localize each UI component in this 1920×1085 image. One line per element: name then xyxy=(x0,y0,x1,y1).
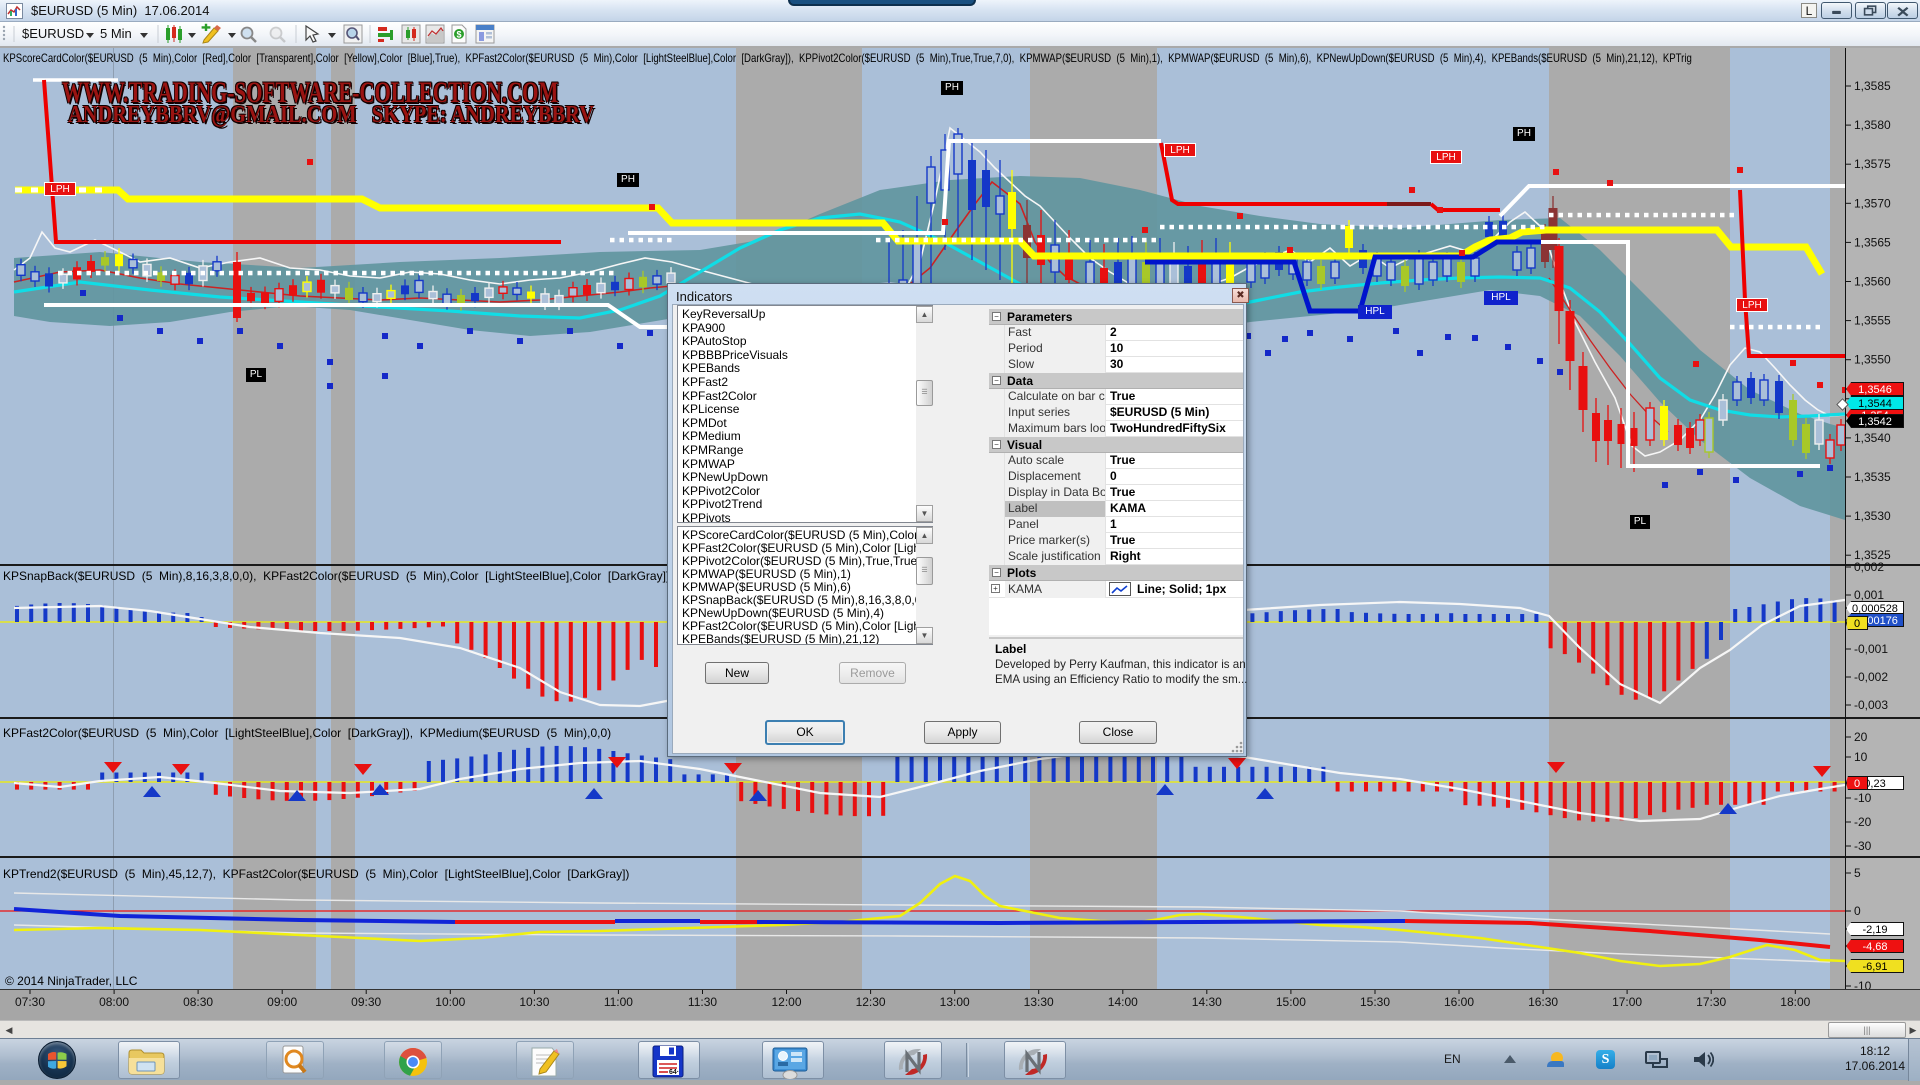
svg-text:1,3550: 1,3550 xyxy=(1854,353,1891,367)
svg-text:12:00: 12:00 xyxy=(771,995,801,1009)
svg-text:-20: -20 xyxy=(1854,815,1872,829)
svg-text:-30: -30 xyxy=(1854,839,1872,853)
svg-text:1,3530: 1,3530 xyxy=(1854,509,1891,523)
svg-text:13:30: 13:30 xyxy=(1024,995,1054,1009)
svg-text:17:30: 17:30 xyxy=(1696,995,1726,1009)
svg-text:11:30: 11:30 xyxy=(688,995,717,1009)
svg-text:09:30: 09:30 xyxy=(351,995,381,1009)
svg-text:1,3535: 1,3535 xyxy=(1854,470,1891,484)
svg-text:10:00: 10:00 xyxy=(435,995,465,1009)
svg-text:-0,001: -0,001 xyxy=(1854,642,1888,656)
svg-text:1,3565: 1,3565 xyxy=(1854,235,1891,249)
svg-text:1,3555: 1,3555 xyxy=(1854,314,1891,328)
svg-text:16:00: 16:00 xyxy=(1444,995,1474,1009)
svg-text:-10: -10 xyxy=(1854,791,1872,805)
svg-text:18:00: 18:00 xyxy=(1780,995,1810,1009)
svg-text:20: 20 xyxy=(1854,730,1868,744)
svg-text:-0,003: -0,003 xyxy=(1854,698,1888,712)
svg-text:07:30: 07:30 xyxy=(15,995,45,1009)
svg-text:1,3560: 1,3560 xyxy=(1854,275,1891,289)
svg-text:08:00: 08:00 xyxy=(99,995,129,1009)
svg-text:5: 5 xyxy=(1854,866,1861,880)
svg-text:1,3570: 1,3570 xyxy=(1854,196,1891,210)
svg-text:-0,002: -0,002 xyxy=(1854,670,1888,684)
svg-text:17:00: 17:00 xyxy=(1612,995,1642,1009)
svg-text:0,002: 0,002 xyxy=(1854,560,1884,574)
svg-text:10:30: 10:30 xyxy=(519,995,549,1009)
svg-text:1,3575: 1,3575 xyxy=(1854,157,1891,171)
svg-text:64·: 64· xyxy=(669,1069,679,1076)
svg-text:0,001: 0,001 xyxy=(1854,588,1884,602)
svg-text:0: 0 xyxy=(1854,904,1861,918)
svg-text:1,3585: 1,3585 xyxy=(1854,79,1891,93)
svg-text:15:30: 15:30 xyxy=(1360,995,1390,1009)
svg-text:14:00: 14:00 xyxy=(1108,995,1138,1009)
svg-text:1,3540: 1,3540 xyxy=(1854,431,1891,445)
svg-text:10: 10 xyxy=(1854,750,1868,764)
svg-text:09:00: 09:00 xyxy=(267,995,297,1009)
svg-text:-10: -10 xyxy=(1854,979,1872,989)
svg-text:16:30: 16:30 xyxy=(1528,995,1558,1009)
svg-text:08:30: 08:30 xyxy=(183,995,213,1009)
svg-text:15:00: 15:00 xyxy=(1276,995,1306,1009)
svg-text:1,3580: 1,3580 xyxy=(1854,118,1891,132)
svg-text:12:30: 12:30 xyxy=(856,995,886,1009)
svg-text:14:30: 14:30 xyxy=(1192,995,1222,1009)
svg-text:11:00: 11:00 xyxy=(604,995,633,1009)
svg-text:13:00: 13:00 xyxy=(940,995,970,1009)
